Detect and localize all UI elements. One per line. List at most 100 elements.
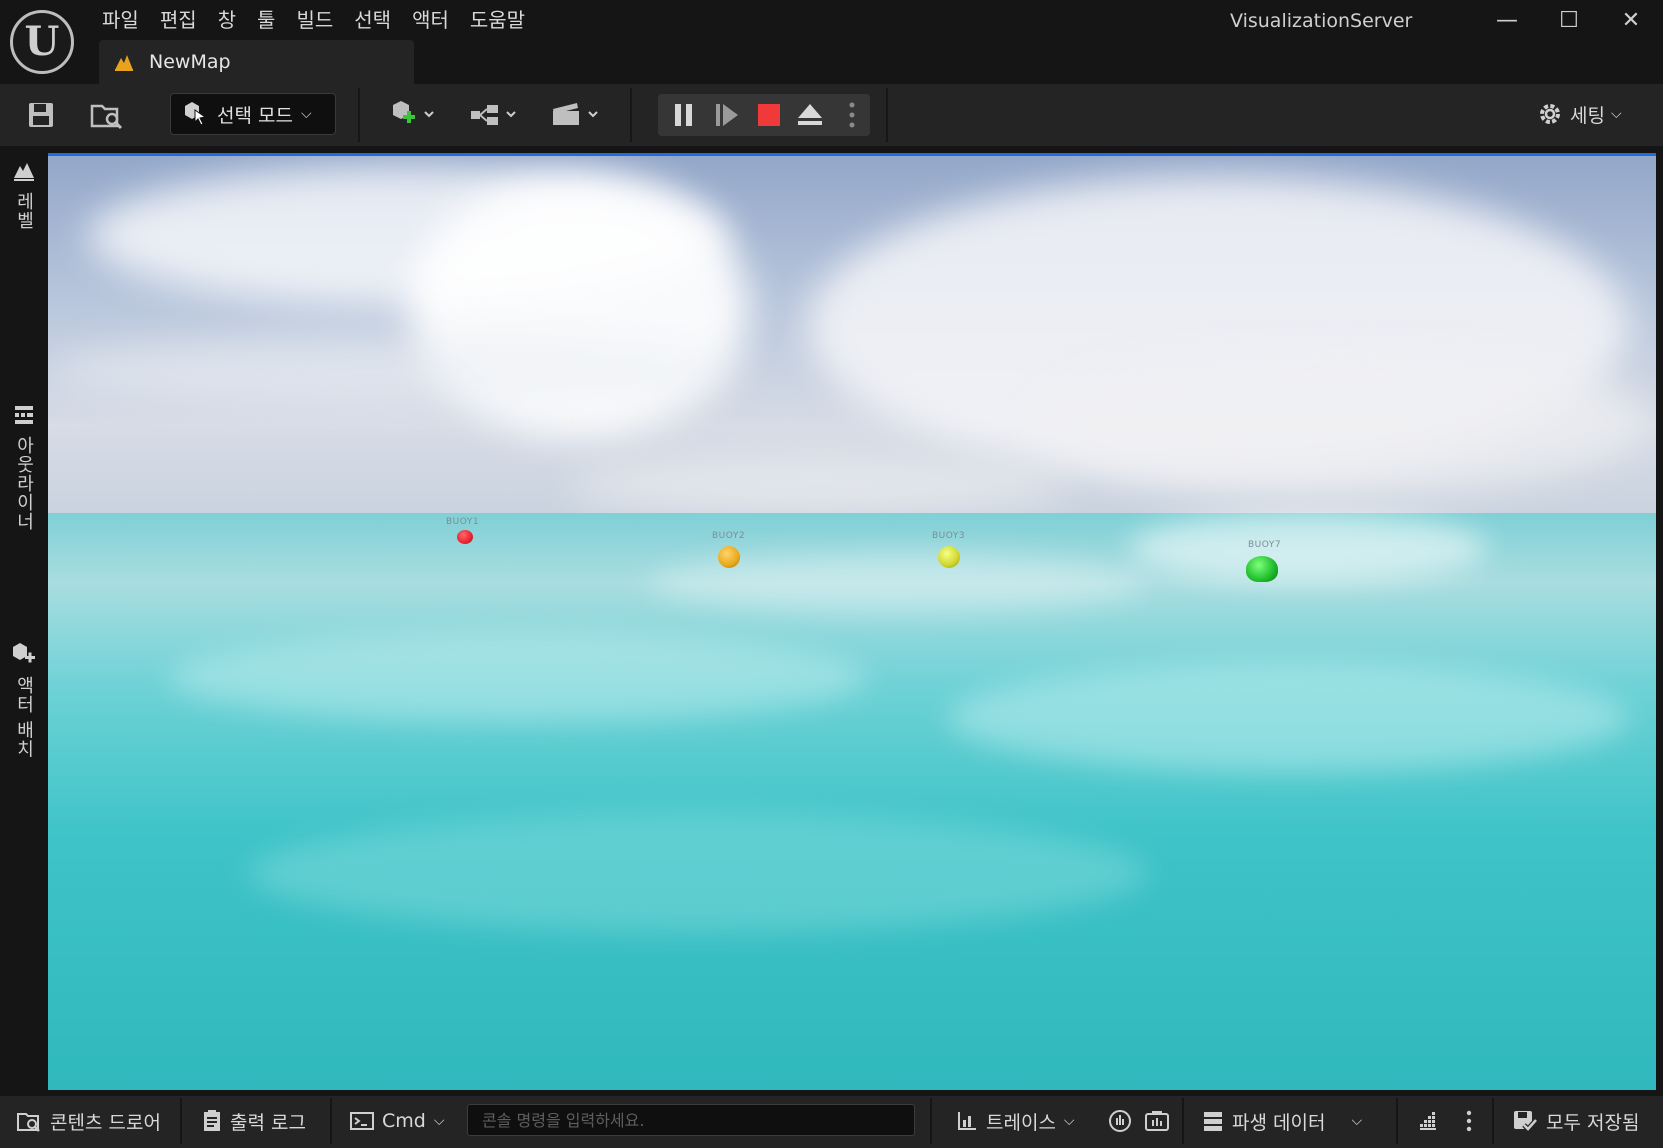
levels-icon <box>13 163 34 181</box>
save-all-label: 모두 저장됨 <box>1546 1111 1640 1134</box>
server-icon <box>1204 1112 1222 1131</box>
cursor-cube-icon <box>185 102 207 126</box>
buoy-orange[interactable] <box>718 546 740 568</box>
sidebar-tab-label: 아웃라이너 <box>13 436 35 531</box>
pause-icon[interactable] <box>663 94 705 136</box>
menu-window[interactable]: 창 <box>216 5 255 35</box>
left-side-panel <box>0 146 47 1092</box>
gear-icon <box>1540 104 1560 124</box>
sidebar-tab-label: 액터 배치 <box>13 676 35 759</box>
more-options-icon[interactable] <box>831 94 873 136</box>
grid-icon <box>1420 1112 1436 1130</box>
sidebar-tab-levels[interactable]: 레벨 <box>0 160 47 230</box>
app-title: VisualizationServer <box>1230 10 1413 32</box>
browse-folder-icon[interactable] <box>86 94 128 136</box>
water-reflection <box>168 633 868 723</box>
eject-icon[interactable] <box>789 94 831 136</box>
toolbar-divider <box>358 88 360 142</box>
place-actor-icon <box>12 643 35 663</box>
sidebar-tab-place-actors[interactable]: 액터 배치 <box>0 642 47 759</box>
content-drawer-label: 콘텐츠 드로어 <box>50 1111 161 1134</box>
save-icon[interactable] <box>20 94 62 136</box>
stop-button[interactable] <box>748 94 790 136</box>
water-reflection <box>248 813 1148 933</box>
chevron-down-icon: ⌵ <box>1610 106 1622 122</box>
toolbar-divider <box>630 88 632 142</box>
chevron-down-icon: ⌵ <box>433 1113 445 1129</box>
close-button[interactable]: ✕ <box>1606 4 1656 36</box>
derived-data-label: 파생 데이터 <box>1232 1111 1326 1134</box>
title-bar: U 파일 편집 창 툴 빌드 선택 액터 도움말 VisualizationSe… <box>0 0 1663 84</box>
status-more-options-icon[interactable] <box>1466 1098 1472 1144</box>
record-trace-button[interactable] <box>1108 1098 1132 1144</box>
tab-label: NewMap <box>149 51 231 73</box>
menu-help[interactable]: 도움말 <box>468 5 544 35</box>
content-drawer-icon <box>17 1113 40 1132</box>
menu-bar: 파일 편집 창 툴 빌드 선택 액터 도움말 <box>100 5 544 35</box>
output-log-label: 출력 로그 <box>230 1111 306 1134</box>
maximize-button[interactable]: ☐ <box>1544 4 1594 36</box>
buoy-label: BUOY3 <box>932 531 966 541</box>
menu-file[interactable]: 파일 <box>100 5 158 35</box>
tab-newmap[interactable]: NewMap <box>99 40 414 84</box>
status-divider <box>930 1098 932 1144</box>
buoy-label: BUOY1 <box>446 517 480 527</box>
sea <box>48 513 1656 1090</box>
output-log-button[interactable]: 출력 로그 <box>202 1098 306 1144</box>
save-all-icon <box>1514 1111 1538 1133</box>
buoy-label: BUOY7 <box>1248 540 1282 550</box>
minimize-button[interactable]: — <box>1482 4 1532 36</box>
cmd-dropdown[interactable]: Cmd ⌵ <box>350 1098 444 1144</box>
buoy-red[interactable] <box>457 530 473 544</box>
chevron-down-icon: ⌵ <box>300 106 312 122</box>
status-divider <box>180 1098 182 1144</box>
selection-mode-label: 선택 모드 <box>217 104 293 127</box>
menu-actor[interactable]: 액터 <box>410 5 468 35</box>
buoy-green[interactable] <box>1246 556 1278 582</box>
outliner-icon <box>14 406 33 424</box>
status-divider <box>1492 1098 1494 1144</box>
settings-dropdown[interactable]: 세팅 ⌵ <box>1536 93 1622 135</box>
trace-icon <box>958 1112 976 1130</box>
menu-tools[interactable]: 툴 <box>255 5 294 35</box>
level-viewport[interactable]: BUOY1 BUOY2 BUOY3 BUOY7 <box>48 153 1656 1090</box>
status-divider <box>330 1098 332 1144</box>
step-frame-icon[interactable] <box>706 94 748 136</box>
add-actor-icon[interactable] <box>384 94 444 136</box>
output-log-icon <box>204 1110 220 1131</box>
status-divider <box>1182 1098 1184 1144</box>
terminal-icon <box>350 1112 374 1130</box>
menu-select[interactable]: 선택 <box>352 5 410 35</box>
chevron-down-icon: ⌵ <box>1351 1113 1363 1129</box>
stop-icon <box>758 104 780 126</box>
selection-mode-dropdown[interactable]: 선택 모드 ⌵ <box>170 93 336 135</box>
status-divider <box>1396 1098 1398 1144</box>
cinematics-icon[interactable] <box>548 94 608 136</box>
menu-edit[interactable]: 편집 <box>158 5 216 35</box>
content-drawer-button[interactable]: 콘텐츠 드로어 <box>16 1098 161 1144</box>
sky <box>48 156 1656 516</box>
water-reflection <box>948 663 1628 773</box>
unreal-logo[interactable]: U <box>10 10 74 74</box>
trace-snapshot-button[interactable] <box>1144 1098 1170 1144</box>
save-all-button[interactable]: 모두 저장됨 <box>1512 1098 1639 1144</box>
cloud <box>1028 346 1648 496</box>
cloud <box>568 456 1068 516</box>
trace-record-icon <box>1109 1110 1131 1132</box>
trace-dropdown[interactable]: 트레이스 ⌵ <box>956 1098 1075 1144</box>
source-control-button[interactable] <box>1418 1098 1440 1144</box>
toolbar-divider <box>886 88 888 142</box>
console-command-input[interactable] <box>467 1104 915 1136</box>
sun-glare <box>1128 513 1488 583</box>
buoy-label: BUOY2 <box>712 531 746 541</box>
chevron-down-icon: ⌵ <box>1063 1113 1075 1129</box>
sidebar-tab-label: 레벨 <box>13 192 35 230</box>
sidebar-tab-outliner[interactable]: 아웃라이너 <box>0 404 47 531</box>
buoy-yellow[interactable] <box>938 546 960 568</box>
trace-snapshot-icon <box>1145 1111 1169 1131</box>
menu-build[interactable]: 빌드 <box>294 5 352 35</box>
level-icon <box>115 55 133 71</box>
blueprint-icon[interactable] <box>466 94 526 136</box>
settings-label: 세팅 <box>1570 104 1605 127</box>
derived-data-dropdown[interactable]: 파생 데이터 ⌵ <box>1202 1098 1362 1144</box>
